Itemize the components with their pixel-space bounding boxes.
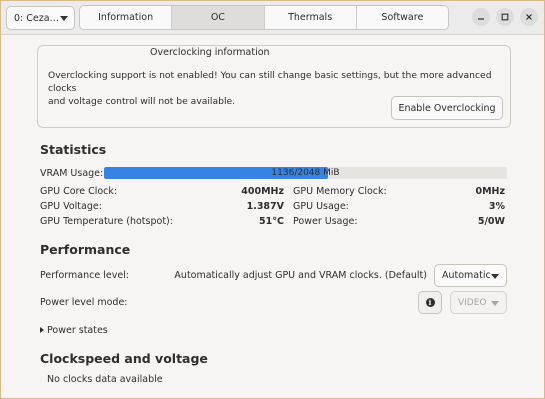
performance-level-dropdown[interactable]: Automatic [434,264,507,287]
vram-usage-text: 1136/2048 MiB [271,168,340,178]
power-states-expander[interactable]: Power states [47,325,108,336]
performance-heading: Performance [40,242,131,257]
clockspeed-heading: Clockspeed and voltage [40,351,208,366]
gpu-core-clock-value: 400MHz [241,186,284,197]
overclocking-info-title: Overclocking information [148,47,272,58]
statistics-heading: Statistics [40,142,107,157]
tab-bar: Information OC Thermals Software [79,5,449,30]
overclocking-info-line-1: Overclocking support is not enabled! You… [48,70,492,94]
app-window: 0: Ceza… Information OC Thermals Softwar… [0,0,545,399]
gpu-temperature-value: 51°C [259,216,284,227]
gpu-usage-label: GPU Usage: [293,201,349,212]
tab-oc[interactable]: OC [172,6,265,29]
chevron-down-icon [60,16,68,21]
enable-overclocking-button[interactable]: Enable Overclocking [391,96,503,120]
performance-level-label: Performance level: [40,270,130,281]
gpu-usage-value: 3% [488,201,505,212]
gpu-voltage-label: GPU Voltage: [40,201,102,212]
gpu-temperature-label: GPU Temperature (hotspot): [40,216,173,227]
gpu-memory-clock-label: GPU Memory Clock: [293,186,387,197]
maximize-icon [501,13,509,21]
minimize-button[interactable] [472,8,490,26]
close-button[interactable] [520,8,538,26]
gpu-voltage-value: 1.387V [246,201,284,212]
tab-thermals[interactable]: Thermals [265,6,357,29]
power-level-mode-label: Power level mode: [40,297,128,308]
gpu-select-dropdown[interactable]: 0: Ceza… [6,6,75,30]
tab-information[interactable]: Information [80,6,173,29]
chevron-down-icon [491,301,499,306]
maximize-button[interactable] [496,8,514,26]
minimize-icon [478,18,484,20]
info-icon: i [425,298,435,307]
vram-usage-label: VRAM Usage: [40,168,104,179]
performance-level-value: Automatic [442,270,491,281]
chevron-down-icon [491,274,499,279]
power-usage-value: 5/0W [477,216,505,227]
no-clocks-data-text: No clocks data available [47,374,163,385]
header-bar: 0: Ceza… Information OC Thermals Softwar… [1,1,544,35]
power-level-mode-dropdown[interactable]: VIDEO [450,291,507,314]
tab-software[interactable]: Software [357,6,448,29]
expander-arrow-icon[interactable] [40,327,44,333]
power-mode-info-button[interactable]: i [418,291,442,314]
close-icon [526,14,532,20]
gpu-memory-clock-value: 0MHz [475,186,505,197]
gpu-core-clock-label: GPU Core Clock: [40,186,118,197]
power-level-mode-value: VIDEO [458,297,487,308]
power-usage-label: Power Usage: [293,216,358,227]
performance-level-description: Automatically adjust GPU and VRAM clocks… [174,270,427,281]
gpu-select-label: 0: Ceza… [14,12,60,24]
